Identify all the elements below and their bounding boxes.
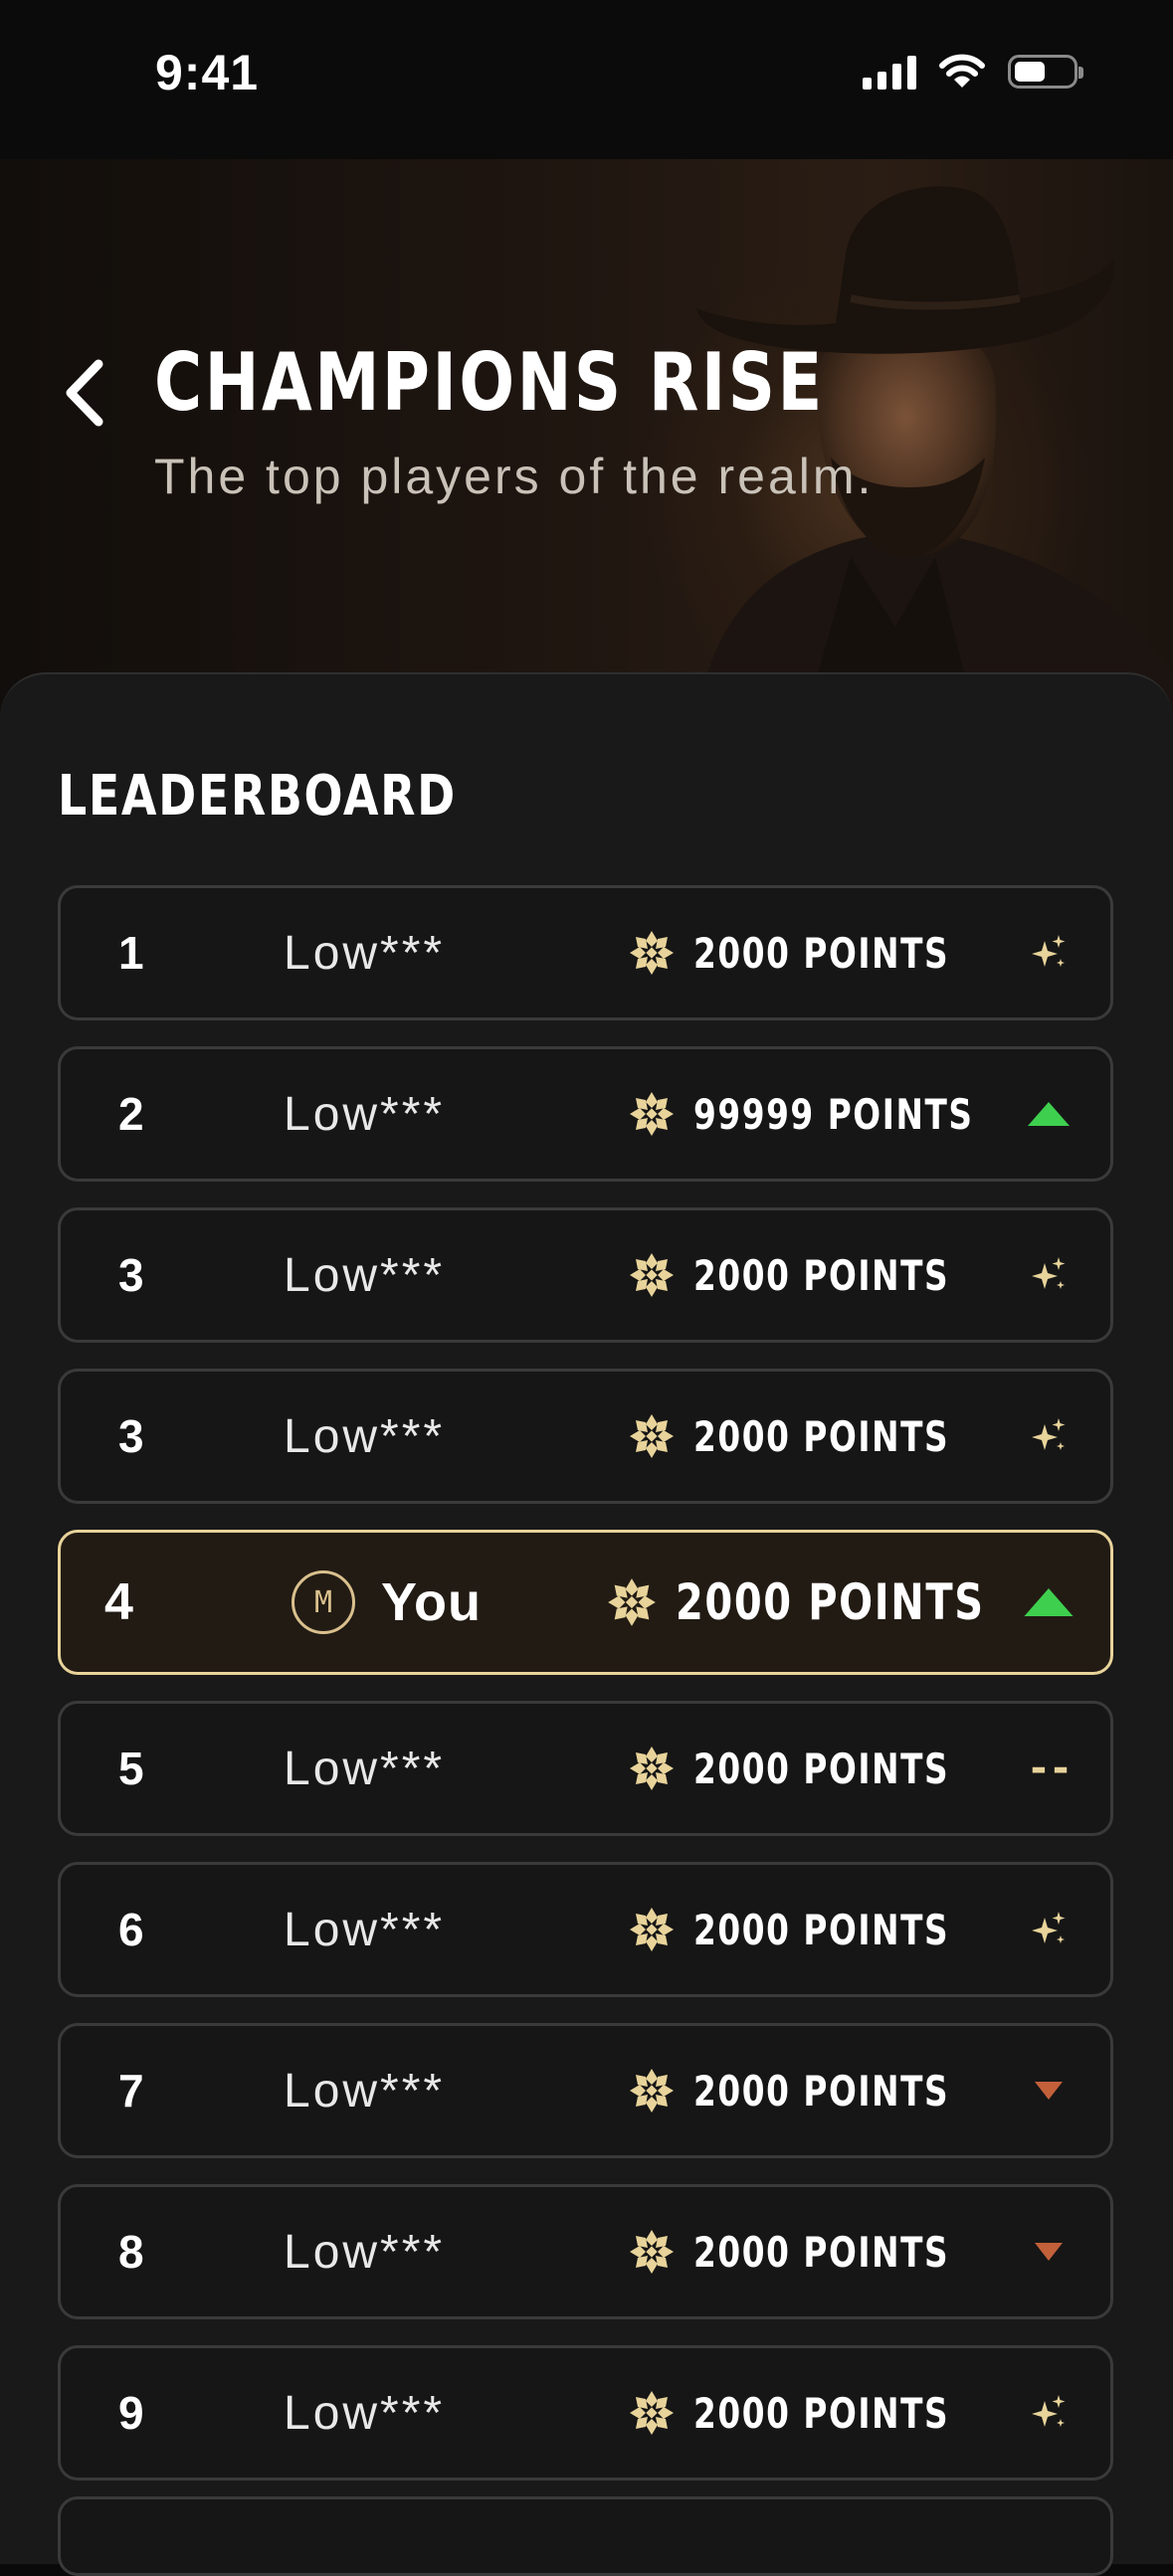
- points-value: 2000 POINTS: [693, 2066, 950, 2116]
- player-name: Low***: [284, 1742, 446, 1795]
- player-name: Low***: [284, 1409, 446, 1463]
- list-item-partial[interactable]: [58, 2496, 1113, 2576]
- points-value: 2000 POINTS: [693, 928, 950, 978]
- player-name: Low***: [284, 1248, 446, 1302]
- trend-up-icon: [1021, 1086, 1076, 1142]
- leaderboard-row[interactable]: 9 Low*** 2000 POINTS: [58, 2345, 1113, 2481]
- battery-icon: [1008, 55, 1083, 89]
- player-name: Low***: [284, 2386, 446, 2440]
- leaderboard-row[interactable]: 7 Low*** 2000 POINTS: [58, 2023, 1113, 2158]
- points-emblem-icon: [606, 1576, 658, 1628]
- points-display: 2000 POINTS: [628, 1412, 1022, 1461]
- player-name: Low***: [284, 1903, 446, 1956]
- rank-number: 3: [118, 1249, 144, 1301]
- points-emblem-icon: [628, 2228, 676, 2276]
- leaderboard-title: LEADERBOARD: [58, 764, 457, 828]
- points-display: 2000 POINTS: [606, 1573, 1062, 1631]
- points-emblem-icon: [628, 1906, 676, 1953]
- points-value: 2000 POINTS: [676, 1573, 985, 1631]
- leaderboard-row[interactable]: 1 Low*** 2000 POINTS: [58, 885, 1113, 1020]
- points-emblem-icon: [628, 2389, 676, 2437]
- points-display: 2000 POINTS: [628, 929, 1022, 978]
- page-subtitle: The top players of the realm.: [154, 449, 875, 504]
- status-time: 9:41: [155, 45, 260, 100]
- trend-down-icon: [1021, 2224, 1076, 2280]
- player-name: Low***: [284, 2225, 446, 2279]
- page-title: CHAMPIONS RISE: [154, 336, 825, 429]
- sparkle-icon: [1021, 1247, 1076, 1303]
- leaderboard-list: 1 Low*** 2000 POINTS 2 Low*** 99999 POINTS 3…: [58, 885, 1113, 2506]
- player-name: Low***: [284, 926, 446, 980]
- player-name: Low***: [284, 1087, 446, 1141]
- player-name: Low***: [284, 2064, 446, 2117]
- leaderboard-row[interactable]: 3 Low*** 2000 POINTS: [58, 1369, 1113, 1504]
- points-value: 2000 POINTS: [693, 2388, 950, 2438]
- rank-number: 3: [118, 1410, 144, 1462]
- current-user-identity: M You: [292, 1570, 482, 1634]
- points-display: 2000 POINTS: [628, 1745, 1022, 1793]
- points-emblem-icon: [628, 2067, 676, 2115]
- leaderboard-row[interactable]: 3 Low*** 2000 POINTS: [58, 1207, 1113, 1343]
- current-user-row[interactable]: 4 M You 2000 POINTS: [58, 1530, 1113, 1675]
- points-display: 2000 POINTS: [628, 2389, 1022, 2438]
- points-display: 2000 POINTS: [628, 2228, 1022, 2277]
- rank-number: 4: [104, 1573, 133, 1631]
- points-display: 2000 POINTS: [628, 1906, 1022, 1954]
- points-emblem-icon: [628, 1090, 676, 1138]
- rank-number: 8: [118, 2226, 144, 2278]
- trend-unchanged-label: --: [1026, 1746, 1073, 1791]
- sparkle-icon: [1021, 1408, 1076, 1464]
- sparkle-icon: [1021, 2385, 1076, 2441]
- cellular-signal-icon: [863, 54, 916, 90]
- rank-number: 6: [118, 1904, 144, 1955]
- status-icons: [863, 54, 1083, 90]
- hero-banner: CHAMPIONS RISE The top players of the re…: [0, 159, 1173, 716]
- points-value: 2000 POINTS: [693, 1250, 950, 1300]
- chevron-left-icon: [66, 359, 103, 427]
- rank-number: 9: [118, 2387, 144, 2439]
- points-emblem-icon: [628, 929, 676, 977]
- points-display: 2000 POINTS: [628, 1251, 1022, 1300]
- leaderboard-row[interactable]: 6 Low*** 2000 POINTS: [58, 1862, 1113, 1997]
- trend-unchanged: --: [1021, 1741, 1076, 1796]
- wifi-icon: [939, 54, 985, 88]
- points-value: 2000 POINTS: [693, 2227, 950, 2277]
- sparkle-icon: [1021, 1902, 1076, 1957]
- trend-up-icon: [1021, 1574, 1076, 1630]
- rank-number: 2: [118, 1088, 144, 1140]
- points-emblem-icon: [628, 1251, 676, 1299]
- points-value: 2000 POINTS: [693, 1905, 950, 1954]
- rank-number: 1: [118, 927, 144, 979]
- trend-down-icon: [1021, 2063, 1076, 2118]
- leaderboard-row[interactable]: 2 Low*** 99999 POINTS: [58, 1046, 1113, 1182]
- points-value: 2000 POINTS: [693, 1744, 950, 1793]
- rank-number: 5: [118, 1743, 144, 1794]
- cowboy-portrait-image: [696, 186, 1173, 716]
- user-avatar-badge: M: [292, 1570, 355, 1634]
- points-value: 99999 POINTS: [693, 1089, 974, 1139]
- points-display: 99999 POINTS: [628, 1090, 1053, 1139]
- leaderboard-row[interactable]: 8 Low*** 2000 POINTS: [58, 2184, 1113, 2319]
- sparkle-icon: [1021, 925, 1076, 981]
- points-emblem-icon: [628, 1745, 676, 1792]
- points-emblem-icon: [628, 1412, 676, 1460]
- player-name: You: [381, 1572, 482, 1632]
- leaderboard-row[interactable]: 5 Low*** 2000 POINTS --: [58, 1701, 1113, 1836]
- leaderboard-panel: LEADERBOARD 1 Low*** 2000 POINTS 2 Low*** 9: [0, 672, 1173, 2564]
- rank-number: 7: [118, 2065, 144, 2116]
- points-value: 2000 POINTS: [693, 1411, 950, 1461]
- back-button[interactable]: [50, 348, 119, 438]
- points-display: 2000 POINTS: [628, 2067, 1022, 2116]
- status-bar: 9:41: [0, 0, 1173, 159]
